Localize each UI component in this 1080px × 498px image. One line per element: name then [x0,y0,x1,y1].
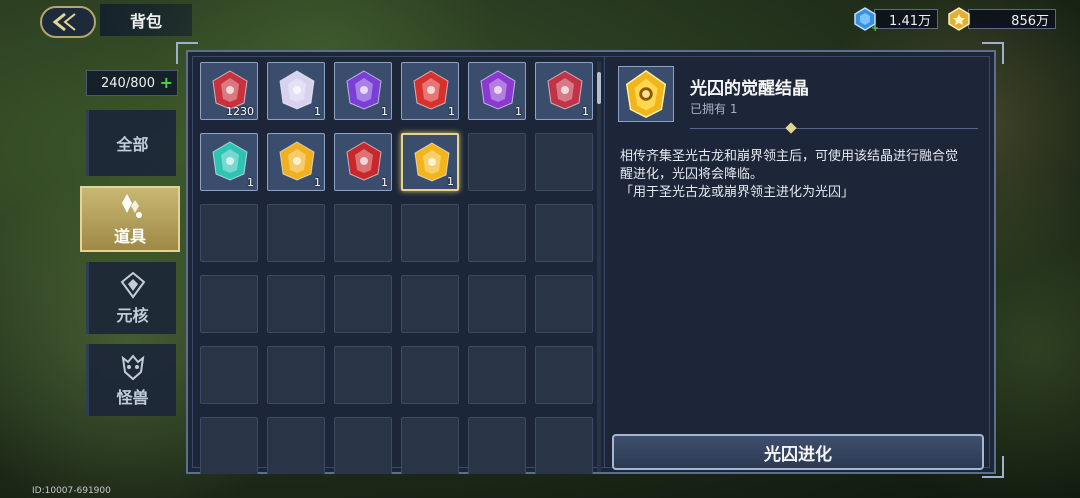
capacity-text: 240/800 [101,75,156,91]
selected-item-description: 相传齐集圣光古龙和崩界领主后，可使用该结晶进行融合觉醒进化，光囚将会降临。 「用… [620,148,970,202]
cyan-crystal-icon [212,141,248,181]
svg-text:+: + [871,23,878,32]
red-gold-crystal-icon [346,141,382,181]
empty-slot[interactable] [401,417,459,474]
empty-slot[interactable] [535,417,593,474]
empty-slot[interactable] [535,275,593,333]
player-id: ID:10007-691900 [32,486,111,496]
empty-slot[interactable] [468,417,526,474]
red-badge-item-slot[interactable]: 1230 [200,62,258,120]
empty-slot[interactable] [200,275,258,333]
gold-coin-icon [948,7,970,31]
back-button[interactable] [40,6,96,38]
empty-slot[interactable] [267,346,325,404]
detail-separator [690,128,978,129]
panel-divider [604,56,605,468]
empty-slot[interactable] [468,204,526,262]
red-gold-crystal-item-slot[interactable]: 1 [334,133,392,191]
tab-items-label: 道具 [113,227,146,246]
empty-slot[interactable] [468,133,526,191]
gold-awakening-crystal-item-slot[interactable]: 1 [401,133,459,191]
back-arrow-icon [52,12,76,32]
red-blue-crystal-item-slot[interactable]: 1 [535,62,593,120]
grid-scrollbar[interactable] [597,62,601,472]
tab-monsters[interactable]: 怪兽 [86,344,176,416]
item-quantity: 1 [247,176,254,189]
cyan-crystal-item-slot[interactable]: 1 [200,133,258,191]
item-quantity: 1 [582,105,589,118]
empty-slot[interactable] [334,204,392,262]
item-quantity: 1 [381,176,388,189]
crystal-cluster-icon [122,194,142,218]
empty-slot[interactable] [334,417,392,474]
gem-amount: 1.41万 [874,9,938,29]
white-flower-item-slot[interactable]: 1 [267,62,325,120]
evolve-button[interactable]: 光囚进化 [612,434,984,470]
empty-slot[interactable] [401,204,459,262]
tab-items[interactable]: 道具 [80,186,180,252]
empty-slot[interactable] [267,204,325,262]
currency-gems[interactable]: + 1.41万 [852,7,938,32]
panel-corner-ornament [176,42,198,64]
white-flower-icon [279,70,315,110]
item-grid: 1230 1 1 1 1 1 1 1 1 1 [200,62,596,474]
empty-slot[interactable] [267,417,325,474]
item-quantity: 1 [381,105,388,118]
gold-crystal-icon [625,69,667,118]
selected-item-title: 光囚的觉醒结晶 [690,79,809,99]
monster-head-icon [121,354,144,381]
panel-corner-ornament [982,42,1004,64]
inventory-capacity: 240/800 + [86,70,178,96]
violet-crystal-icon [480,70,516,110]
selected-item-icon [618,66,674,122]
purple-crystal-item-slot[interactable]: 1 [334,62,392,120]
red-crystal-item-slot[interactable]: 1 [401,62,459,120]
empty-slot[interactable] [200,417,258,474]
tab-all[interactable]: 全部 [86,110,176,176]
empty-slot[interactable] [468,346,526,404]
empty-slot[interactable] [267,275,325,333]
tab-all-label: 全部 [116,135,149,154]
item-quantity: 1 [515,105,522,118]
empty-slot[interactable] [535,346,593,404]
empty-slot[interactable] [535,133,593,191]
currency-coins: 856万 [946,7,1056,31]
red-blue-crystal-icon [547,70,583,110]
violet-crystal-item-slot[interactable]: 1 [468,62,526,120]
scrollbar-thumb[interactable] [597,72,601,104]
description-text: 相传齐集圣光古龙和崩界领主后，可使用该结晶进行融合觉醒进化，光囚将会降临。 [620,149,959,182]
empty-slot[interactable] [535,204,593,262]
empty-slot[interactable] [401,275,459,333]
item-quantity: 1 [314,105,321,118]
empty-slot[interactable] [334,275,392,333]
empty-slot[interactable] [401,346,459,404]
gold-crystal-icon [279,141,315,181]
purple-crystal-icon [346,70,382,110]
item-quantity: 1 [448,105,455,118]
tab-cores-label: 元核 [116,306,149,325]
red-crystal-icon [413,70,449,110]
core-emblem-icon [120,271,145,299]
tab-cores[interactable]: 元核 [86,262,176,334]
empty-slot[interactable] [334,346,392,404]
empty-slot[interactable] [200,346,258,404]
tab-monsters-label: 怪兽 [116,388,149,407]
empty-slot[interactable] [468,275,526,333]
gold-crystal-item-slot[interactable]: 1 [267,133,325,191]
description-quote: 「用于圣光古龙或崩界领主进化为光囚」 [620,185,855,200]
empty-slot[interactable] [200,204,258,262]
selected-item-owned: 已拥有 1 [690,102,738,116]
coin-amount: 856万 [968,9,1056,29]
item-quantity: 1230 [226,105,254,118]
expand-capacity-plus-icon[interactable]: + [160,74,173,92]
blue-gem-icon: + [854,7,878,32]
page-title: 背包 [100,4,192,36]
item-quantity: 1 [314,176,321,189]
item-quantity: 1 [447,175,454,188]
panel-corner-ornament [982,456,1004,478]
